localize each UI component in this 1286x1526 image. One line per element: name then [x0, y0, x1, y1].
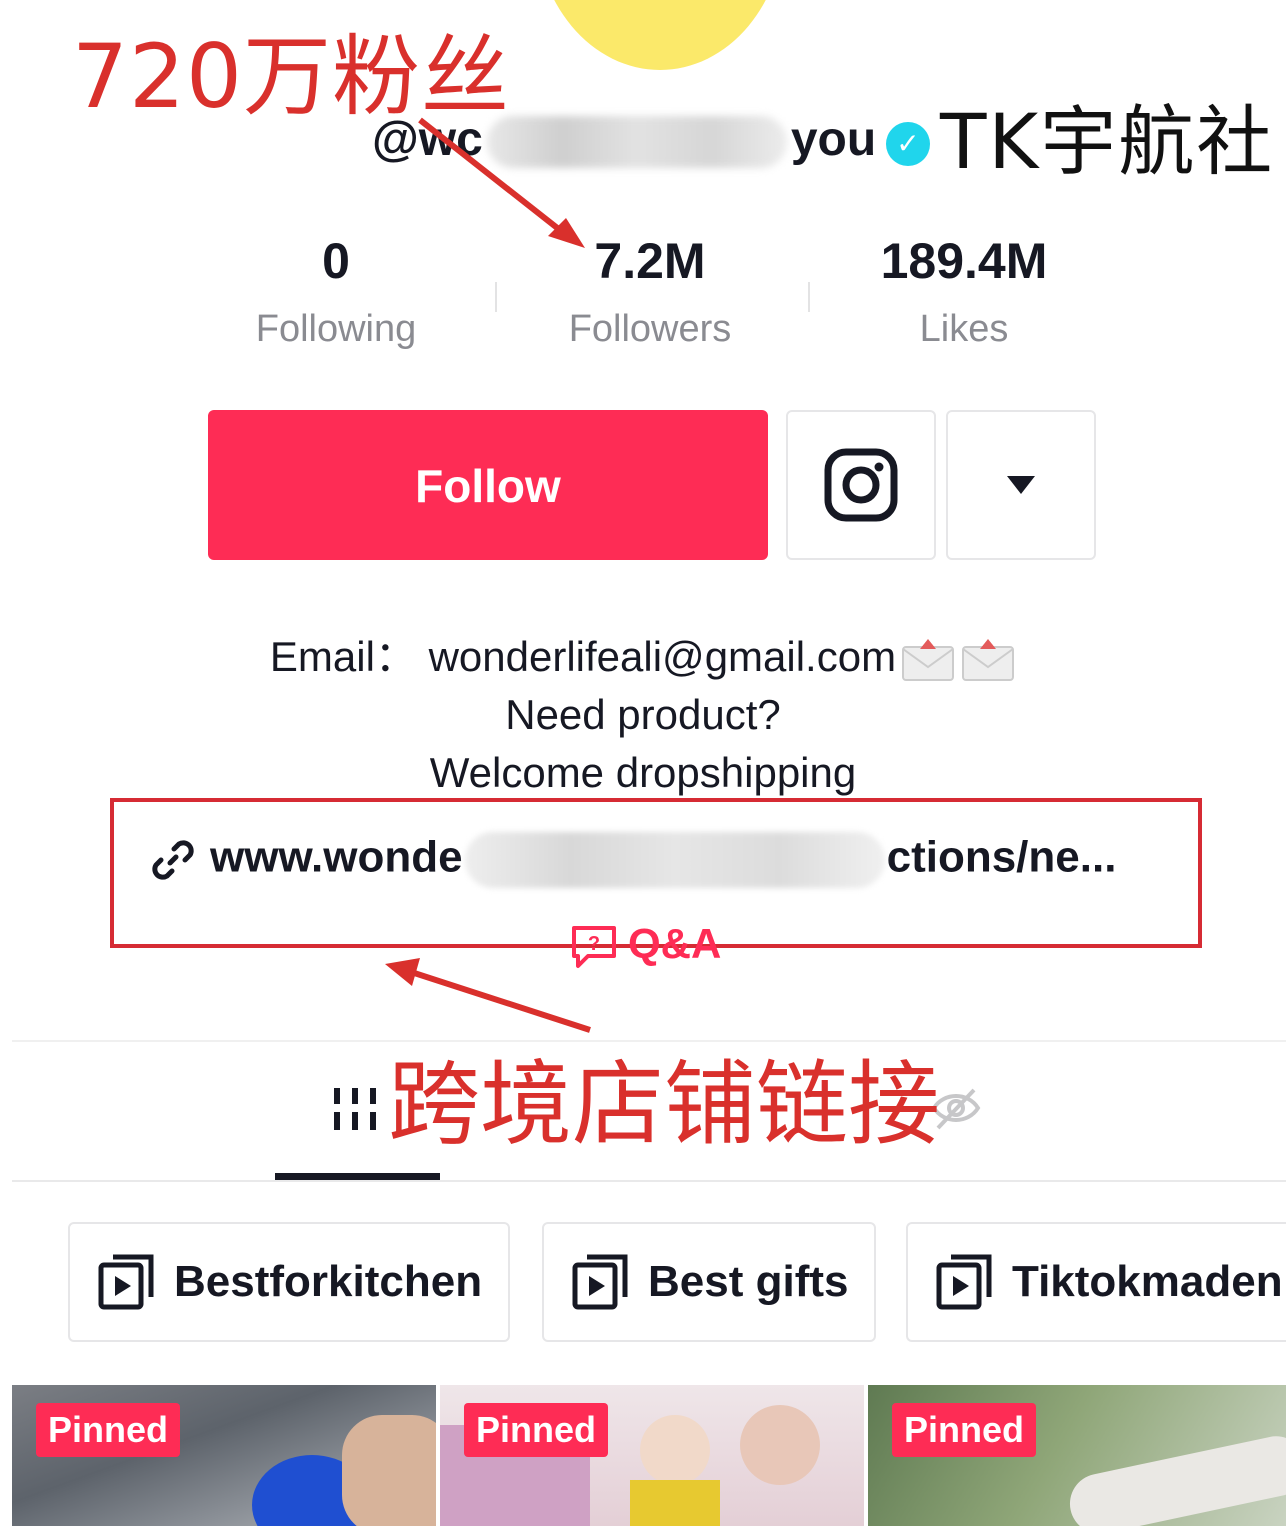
instagram-icon [824, 448, 898, 522]
stat-following-label: Following [255, 308, 417, 350]
stat-following-value: 0 [322, 233, 350, 289]
playlist-label: Best gifts [648, 1257, 849, 1306]
thumbnail-figure-body [630, 1480, 720, 1526]
thumbnail-hand [342, 1415, 436, 1526]
annotation-shop-link: 跨境店铺链接 [388, 1051, 941, 1158]
video-thumbnail[interactable]: Pinned [440, 1385, 864, 1526]
stat-separator [808, 282, 810, 312]
link-icon [152, 840, 194, 880]
stat-following[interactable]: 0 Following [206, 232, 466, 351]
stat-likes-label: Likes [919, 308, 1009, 350]
tabs-divider [12, 1180, 1286, 1182]
videos-grid-icon[interactable] [328, 1080, 388, 1140]
thumbnail-figure [740, 1405, 820, 1485]
video-thumbnail[interactable]: Pinned [868, 1385, 1286, 1526]
more-options-button[interactable] [946, 410, 1096, 560]
playlist-icon [936, 1254, 992, 1310]
playlist-label: Bestforkitchen [174, 1257, 483, 1306]
pinned-badge: Pinned [464, 1403, 609, 1457]
bio-link[interactable]: www.wonde ctions/ne... [150, 832, 1116, 888]
stat-followers[interactable]: 7.2M Followers [520, 232, 780, 351]
playlist-label: Tiktokmaden [1012, 1257, 1283, 1306]
stat-likes-value: 189.4M [880, 233, 1048, 289]
profile-stats: 0 Following 7.2M Followers 189.4M Likes [0, 232, 1286, 362]
playlist-icon [572, 1254, 628, 1310]
thumbnail-figure [640, 1415, 710, 1485]
pinned-badge: Pinned [892, 1403, 1037, 1457]
thumbnail-hand [1064, 1430, 1286, 1526]
stat-separator [495, 282, 497, 312]
link-text-end: ctions/ne... [886, 832, 1117, 882]
playlist-chip[interactable]: Best gifts [542, 1222, 876, 1342]
bio: Email： wonderlifeali@gmail.com Need prod… [0, 628, 1286, 802]
bio-email: Email： wonderlifeali@gmail.com [269, 633, 897, 680]
envelope-icon [962, 638, 1015, 681]
link-text-start: www.wonde [210, 832, 463, 882]
pinned-badge: Pinned [36, 1403, 181, 1457]
stat-likes[interactable]: 189.4M Likes [834, 232, 1094, 351]
playlist-chip[interactable]: Bestforkitchen [68, 1222, 510, 1342]
follow-button[interactable]: Follow [208, 410, 768, 560]
playlist-chip[interactable]: Tiktokmaden [906, 1222, 1286, 1342]
caret-down-icon [1007, 476, 1035, 494]
stat-followers-label: Followers [568, 308, 732, 350]
bio-line-2: Need product? [505, 691, 781, 738]
video-thumbnail[interactable]: Pinned [12, 1385, 436, 1526]
stat-followers-value: 7.2M [594, 233, 706, 289]
envelope-icon [902, 638, 955, 681]
playlist-icon [98, 1254, 154, 1310]
bio-line-3: Welcome dropshipping [429, 749, 857, 796]
link-redacted [464, 832, 885, 888]
instagram-button[interactable] [786, 410, 936, 560]
bio-email-line: Email： wonderlifeali@gmail.com [0, 628, 1286, 686]
active-tab-indicator [275, 1173, 440, 1180]
